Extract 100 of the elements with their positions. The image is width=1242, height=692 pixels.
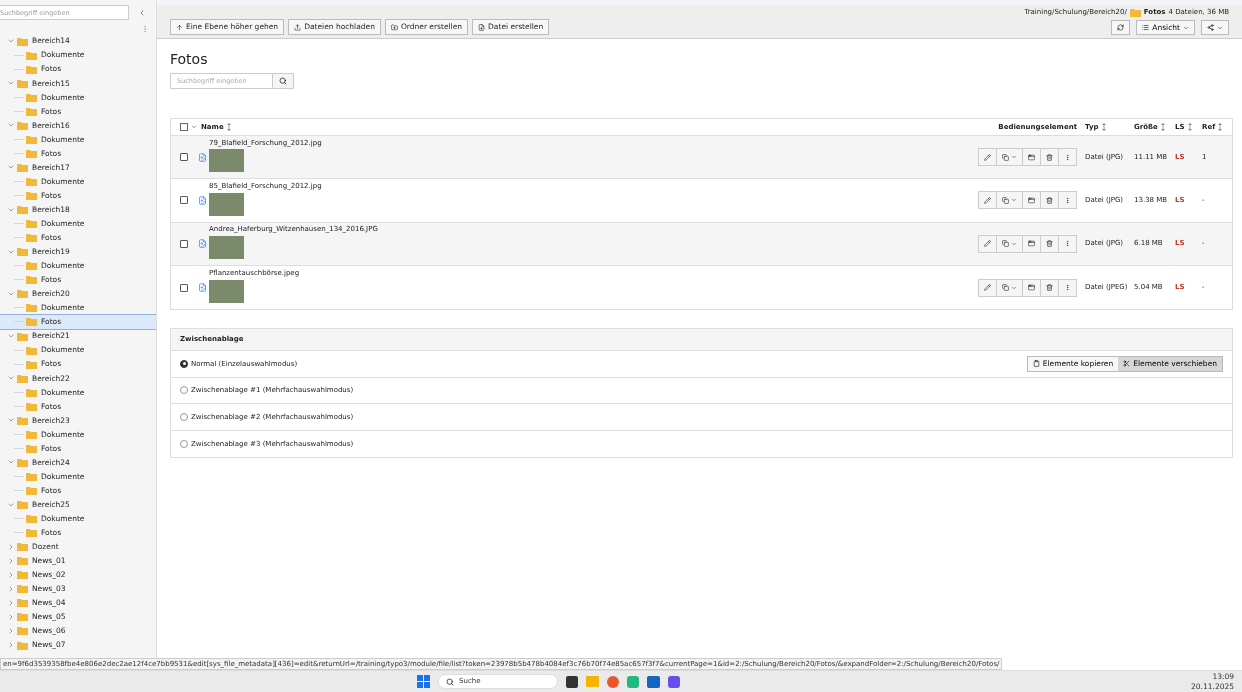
sort-icon[interactable] bbox=[1160, 122, 1165, 131]
app-icon[interactable] bbox=[566, 675, 578, 688]
folder-icon bbox=[17, 36, 28, 46]
copy-icon bbox=[1002, 284, 1009, 292]
app-icon[interactable] bbox=[668, 675, 680, 688]
folder-icon bbox=[26, 64, 37, 74]
photo-placeholder[interactable] bbox=[209, 279, 244, 303]
folder-icon bbox=[26, 191, 37, 201]
folder-icon bbox=[26, 148, 37, 158]
folder-icon bbox=[17, 289, 28, 299]
copy-menu-button[interactable] bbox=[997, 192, 1023, 209]
chevron-right-icon[interactable] bbox=[7, 570, 15, 579]
row-checkbox[interactable] bbox=[180, 239, 188, 248]
image-file-icon bbox=[198, 283, 207, 293]
folder-icon bbox=[17, 640, 28, 650]
sort-icon[interactable] bbox=[1218, 122, 1223, 131]
browser-icon[interactable] bbox=[607, 675, 619, 688]
copy-menu-button[interactable] bbox=[997, 279, 1023, 296]
caret-icon bbox=[1011, 154, 1017, 161]
trash-icon bbox=[1046, 240, 1053, 248]
share-button[interactable] bbox=[1201, 20, 1229, 35]
delete-button[interactable] bbox=[1041, 279, 1059, 296]
row-checkbox[interactable] bbox=[180, 283, 188, 292]
collapse-icon[interactable] bbox=[138, 9, 146, 17]
chevron-right-icon[interactable] bbox=[7, 556, 15, 565]
refresh-icon bbox=[1117, 24, 1125, 31]
folder-icon bbox=[26, 134, 37, 144]
select-all-checkbox[interactable] bbox=[180, 123, 188, 131]
folder-icon bbox=[17, 373, 28, 383]
chevron-right-icon[interactable] bbox=[7, 641, 15, 650]
page-title: Fotos bbox=[170, 52, 209, 66]
window-icon bbox=[1028, 284, 1035, 292]
folder-icon bbox=[26, 528, 37, 538]
mail-app-icon[interactable] bbox=[647, 675, 660, 688]
folder-icon bbox=[17, 120, 28, 130]
row-checkbox[interactable] bbox=[180, 196, 188, 205]
delete-button[interactable] bbox=[1041, 192, 1059, 209]
sort-icon[interactable] bbox=[226, 122, 231, 131]
trash-icon bbox=[1046, 196, 1053, 204]
folder-icon bbox=[17, 205, 28, 215]
window-icon bbox=[1028, 153, 1035, 161]
upload-icon bbox=[294, 23, 302, 31]
folder-icon bbox=[26, 486, 37, 495]
folder-icon bbox=[17, 331, 28, 341]
caret-icon bbox=[1011, 197, 1017, 204]
radio-button[interactable] bbox=[180, 439, 188, 448]
chevron-right-icon[interactable] bbox=[7, 598, 15, 607]
folder-icon bbox=[26, 514, 37, 524]
chevron-right-icon[interactable] bbox=[7, 542, 15, 551]
photo-placeholder[interactable] bbox=[209, 149, 244, 173]
folder-icon bbox=[17, 500, 28, 510]
pencil-icon bbox=[984, 240, 991, 248]
folder-icon bbox=[26, 387, 37, 397]
chevron-right-icon[interactable] bbox=[7, 627, 15, 635]
more-button[interactable] bbox=[1059, 192, 1076, 209]
preview-button[interactable] bbox=[1023, 192, 1041, 209]
chevron-down-icon[interactable] bbox=[7, 37, 15, 45]
pencil-icon bbox=[984, 284, 991, 292]
copy-icon bbox=[1002, 153, 1009, 161]
chevron-down-icon[interactable] bbox=[7, 332, 15, 340]
radio-button[interactable] bbox=[180, 386, 188, 395]
chevron-right-icon[interactable] bbox=[7, 612, 15, 621]
trash-icon bbox=[1046, 153, 1053, 161]
file-plus-icon bbox=[478, 23, 486, 31]
chevron-right-icon[interactable] bbox=[7, 584, 15, 593]
photo-placeholder[interactable] bbox=[209, 192, 244, 216]
radio-button[interactable] bbox=[180, 359, 188, 368]
more-icon[interactable] bbox=[141, 25, 149, 33]
row-checkbox[interactable] bbox=[180, 153, 188, 162]
radio-button[interactable] bbox=[180, 412, 188, 421]
folder-icon bbox=[26, 50, 37, 60]
refresh-button[interactable] bbox=[1111, 20, 1131, 35]
edit-button[interactable] bbox=[979, 279, 997, 296]
sort-icon[interactable] bbox=[1187, 122, 1192, 131]
sort-icon[interactable] bbox=[1101, 122, 1106, 131]
caret-icon bbox=[1011, 284, 1017, 291]
caret-icon[interactable] bbox=[191, 124, 197, 130]
list-icon bbox=[1142, 24, 1150, 31]
folder-icon bbox=[17, 598, 28, 608]
folder-icon bbox=[17, 457, 28, 467]
folder-icon bbox=[26, 471, 37, 481]
pencil-icon bbox=[984, 153, 991, 161]
caret-icon bbox=[1217, 24, 1223, 31]
clipboard-icon bbox=[1032, 360, 1040, 368]
preview-button[interactable] bbox=[1023, 279, 1041, 296]
folder-icon bbox=[26, 443, 37, 453]
folder-icon bbox=[26, 345, 37, 355]
more-button[interactable] bbox=[1059, 279, 1076, 296]
window-icon bbox=[1028, 240, 1035, 248]
folder-icon bbox=[26, 275, 37, 285]
windows-logo-icon[interactable] bbox=[417, 675, 430, 688]
edit-button[interactable] bbox=[979, 192, 997, 209]
folder-icon bbox=[17, 415, 28, 425]
folder-icon bbox=[26, 429, 37, 439]
image-file-icon bbox=[198, 239, 207, 249]
folder-icon bbox=[1129, 7, 1141, 17]
pencil-icon bbox=[984, 196, 991, 204]
folder-icon bbox=[17, 247, 28, 257]
search-button[interactable] bbox=[273, 73, 294, 89]
folder-icon bbox=[26, 261, 37, 271]
